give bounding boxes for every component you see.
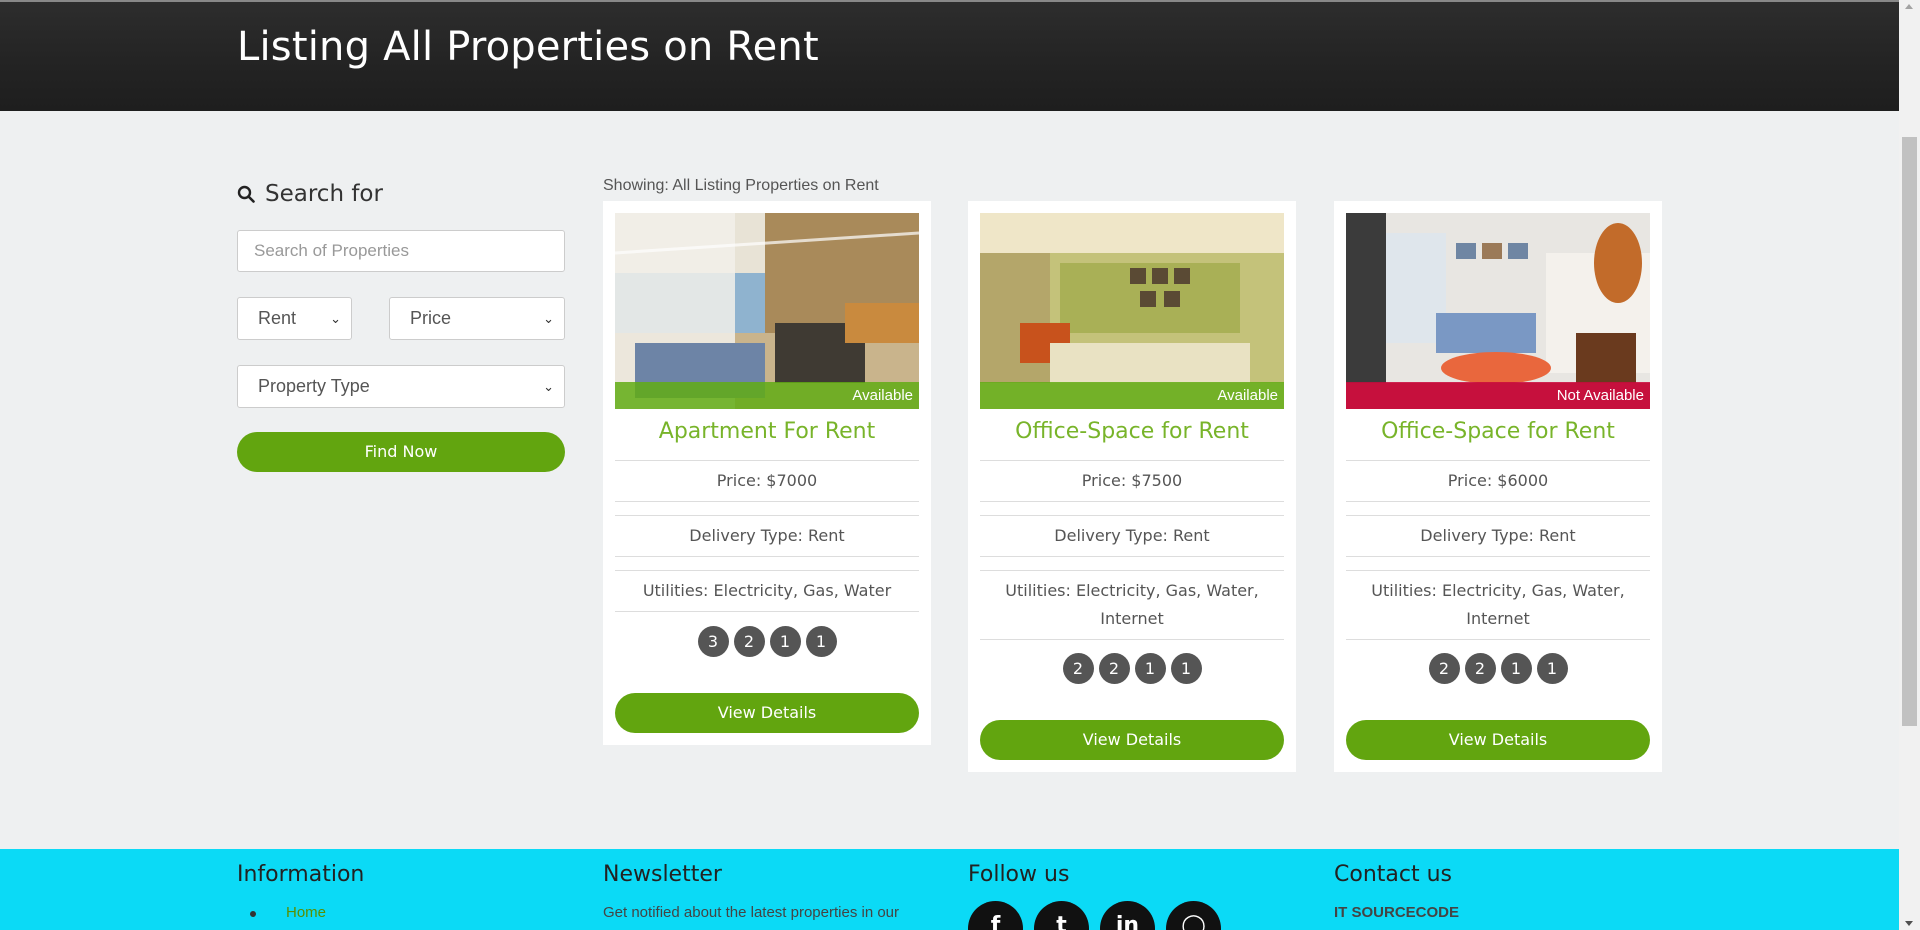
footer-newsletter-heading: Newsletter xyxy=(603,862,722,887)
property-delivery-type: Delivery Type: Rent xyxy=(1420,526,1576,545)
listing-showing-text: Showing: All Listing Properties on Rent xyxy=(603,177,879,194)
delivery-type-select[interactable]: Rent ⌄ xyxy=(237,297,352,340)
divider xyxy=(980,639,1284,640)
chevron-down-icon: ⌄ xyxy=(330,311,341,326)
room-counts: 2 2 1 1 xyxy=(1346,653,1650,684)
footer-contact-heading: Contact us xyxy=(1334,862,1452,887)
search-heading-label: Search for xyxy=(265,181,383,207)
divider xyxy=(980,515,1284,516)
property-delivery-type: Delivery Type: Rent xyxy=(1054,526,1210,545)
property-price: Price: $7000 xyxy=(716,471,818,490)
page: Listing All Properties on Rent Search fo… xyxy=(0,0,1899,930)
delivery-type-value: Rent xyxy=(258,308,297,328)
room-count-badge: 1 xyxy=(1536,653,1568,684)
divider xyxy=(1346,515,1650,516)
property-utilities: Utilities: Electricity, Gas, Water, xyxy=(1371,581,1625,600)
view-details-button[interactable]: View Details xyxy=(980,720,1284,760)
property-photo[interactable]: Available xyxy=(615,213,919,409)
view-details-button[interactable]: View Details xyxy=(1346,720,1650,760)
divider xyxy=(980,556,1284,557)
footer-information-heading: Information xyxy=(237,862,365,887)
scrollbar-thumb[interactable] xyxy=(1902,137,1917,726)
room-counts: 3 2 1 1 xyxy=(615,626,919,657)
room-count-badge: 1 xyxy=(1500,653,1532,684)
availability-badge: Available xyxy=(980,382,1284,409)
property-title[interactable]: Office-Space for Rent xyxy=(1346,419,1650,444)
room-count-badge: 1 xyxy=(805,626,837,657)
divider xyxy=(1346,501,1650,502)
divider xyxy=(615,501,919,502)
divider xyxy=(615,570,919,571)
scroll-up-icon[interactable] xyxy=(1905,4,1913,9)
search-heading: Search for xyxy=(237,181,383,207)
divider xyxy=(615,611,919,612)
property-type-value: Property Type xyxy=(258,376,370,396)
social-links: f t in ◯ xyxy=(968,901,1221,930)
divider xyxy=(615,515,919,516)
room-count-badge: 3 xyxy=(697,626,729,657)
room-count-badge: 2 xyxy=(1428,653,1460,684)
instagram-icon[interactable]: ◯ xyxy=(1166,901,1221,930)
property-photo[interactable]: Not Available xyxy=(1346,213,1650,409)
room-count-badge: 1 xyxy=(769,626,801,657)
room-count-badge: 2 xyxy=(1062,653,1094,684)
find-now-button[interactable]: Find Now xyxy=(237,432,565,472)
search-icon xyxy=(237,185,255,203)
price-select[interactable]: Price ⌄ xyxy=(389,297,565,340)
divider xyxy=(980,460,1284,461)
scroll-down-icon[interactable] xyxy=(1905,921,1913,926)
site-footer: Information Home Newsletter Get notified… xyxy=(0,849,1899,930)
property-price: Price: $7500 xyxy=(1081,471,1183,490)
property-card: Available Office-Space for Rent Price: $… xyxy=(968,201,1296,772)
chevron-down-icon: ⌄ xyxy=(543,379,554,394)
availability-badge: Available xyxy=(615,382,919,409)
room-count-badge: 2 xyxy=(1464,653,1496,684)
property-title[interactable]: Apartment For Rent xyxy=(615,419,919,444)
room-count-badge: 2 xyxy=(1098,653,1130,684)
footer-home-link[interactable]: Home xyxy=(286,904,326,921)
footer-company-name: IT SOURCECODE xyxy=(1334,904,1460,921)
page-title: Listing All Properties on Rent xyxy=(237,24,819,70)
facebook-icon[interactable]: f xyxy=(968,901,1023,930)
footer-newsletter-text: Get notified about the latest properties… xyxy=(603,904,900,921)
divider xyxy=(1346,556,1650,557)
room-count-badge: 2 xyxy=(733,626,765,657)
divider xyxy=(980,570,1284,571)
property-utilities-continued: Internet xyxy=(1466,609,1530,628)
room-count-badge: 1 xyxy=(1170,653,1202,684)
property-type-select[interactable]: Property Type ⌄ xyxy=(237,365,565,408)
property-photo[interactable]: Available xyxy=(980,213,1284,409)
divider xyxy=(1346,639,1650,640)
property-utilities: Utilities: Electricity, Gas, Water, xyxy=(1005,581,1259,600)
chevron-down-icon: ⌄ xyxy=(543,311,554,326)
footer-follow-heading: Follow us xyxy=(968,862,1070,887)
property-delivery-type: Delivery Type: Rent xyxy=(689,526,845,545)
page-header: Listing All Properties on Rent xyxy=(0,2,1899,111)
search-input[interactable]: Search of Properties xyxy=(237,230,565,272)
availability-badge: Not Available xyxy=(1346,382,1650,409)
property-utilities-continued: Internet xyxy=(1100,609,1164,628)
divider xyxy=(1346,570,1650,571)
page-scrollbar[interactable] xyxy=(1899,0,1920,930)
divider xyxy=(980,501,1284,502)
twitter-icon[interactable]: t xyxy=(1034,901,1089,930)
property-price: Price: $6000 xyxy=(1447,471,1549,490)
divider xyxy=(615,556,919,557)
price-select-value: Price xyxy=(410,308,452,328)
linkedin-icon[interactable]: in xyxy=(1100,901,1155,930)
room-counts: 2 2 1 1 xyxy=(980,653,1284,684)
view-details-button[interactable]: View Details xyxy=(615,693,919,733)
property-card: Available Apartment For Rent Price: $700… xyxy=(603,201,931,745)
room-count-badge: 1 xyxy=(1134,653,1166,684)
property-utilities: Utilities: Electricity, Gas, Water xyxy=(642,581,892,600)
divider xyxy=(615,460,919,461)
property-title[interactable]: Office-Space for Rent xyxy=(980,419,1284,444)
list-bullet xyxy=(250,911,256,917)
property-card: Not Available Office-Space for Rent Pric… xyxy=(1334,201,1662,772)
divider xyxy=(1346,460,1650,461)
